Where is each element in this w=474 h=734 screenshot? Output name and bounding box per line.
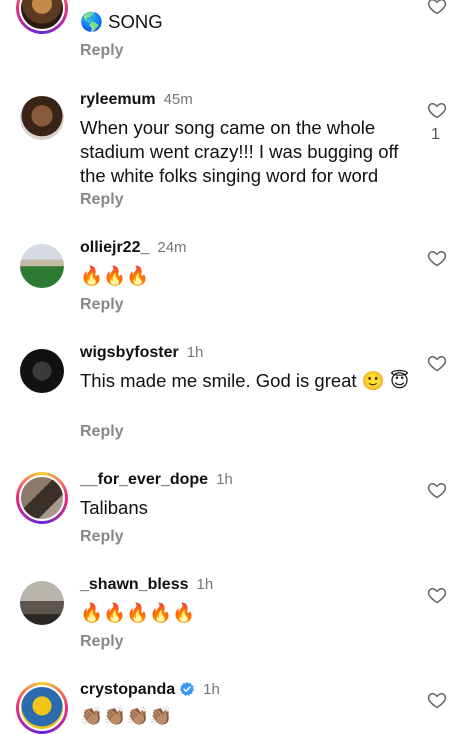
heart-icon[interactable] <box>427 585 447 605</box>
username[interactable]: olliejr22_ <box>80 239 149 256</box>
comment-text: 🔥🔥🔥 <box>80 265 150 286</box>
avatar[interactable] <box>16 472 68 524</box>
avatar[interactable] <box>20 96 64 140</box>
heart-icon[interactable] <box>427 100 447 120</box>
username[interactable]: __for_ever_dope <box>80 471 208 488</box>
timestamp: 1h <box>196 576 214 593</box>
comment-text: When your song came on the whole stadium… <box>80 117 399 186</box>
avatar[interactable] <box>16 0 68 34</box>
heart-icon[interactable] <box>427 248 447 268</box>
timestamp: 1h <box>186 344 204 361</box>
comment-meta: ryleemum 45m <box>80 90 193 110</box>
comment-meta: __for_ever_dope 1h <box>80 470 233 490</box>
reply-button[interactable]: Reply <box>80 42 124 60</box>
comment-meta: crystopanda 1h <box>80 680 220 700</box>
comment-meta: _shawn_bless 1h <box>80 575 213 595</box>
heart-icon[interactable] <box>427 353 447 373</box>
reply-button[interactable]: Reply <box>80 423 124 441</box>
username[interactable]: ryleemum <box>80 91 156 108</box>
comment-text: 🌎 SONG <box>80 11 163 32</box>
avatar[interactable] <box>20 581 64 625</box>
timestamp: 1h <box>203 681 220 698</box>
comment-text: 🔥🔥🔥🔥🔥 <box>80 602 196 623</box>
comment-text: 👏🏽👏🏽👏🏽👏🏽 <box>80 705 173 726</box>
avatar[interactable] <box>16 682 68 734</box>
like-count: 1 <box>431 126 440 143</box>
heart-icon[interactable] <box>427 0 447 16</box>
username[interactable]: _shawn_bless <box>80 576 189 593</box>
reply-button[interactable]: Reply <box>80 633 124 651</box>
comment-text: Talibans <box>80 497 148 518</box>
heart-icon[interactable] <box>427 480 447 500</box>
timestamp: 24m <box>157 239 187 256</box>
username[interactable]: wigsbyfoster <box>80 344 179 361</box>
comment-meta: olliejr22_ 24m <box>80 238 187 258</box>
reply-button[interactable]: Reply <box>80 191 124 209</box>
avatar[interactable] <box>20 244 64 288</box>
heart-icon[interactable] <box>427 690 447 710</box>
timestamp: 1h <box>216 471 233 488</box>
reply-button[interactable]: Reply <box>80 528 124 546</box>
comment-text: This made me smile. God is great 🙂 😇 <box>80 370 410 391</box>
verified-badge-icon <box>180 682 195 696</box>
reply-button[interactable]: Reply <box>80 296 124 314</box>
username[interactable]: crystopanda <box>80 681 175 698</box>
comment-meta: wigsbyfoster 1h <box>80 343 203 363</box>
avatar[interactable] <box>20 349 64 393</box>
timestamp: 45m <box>163 91 193 108</box>
